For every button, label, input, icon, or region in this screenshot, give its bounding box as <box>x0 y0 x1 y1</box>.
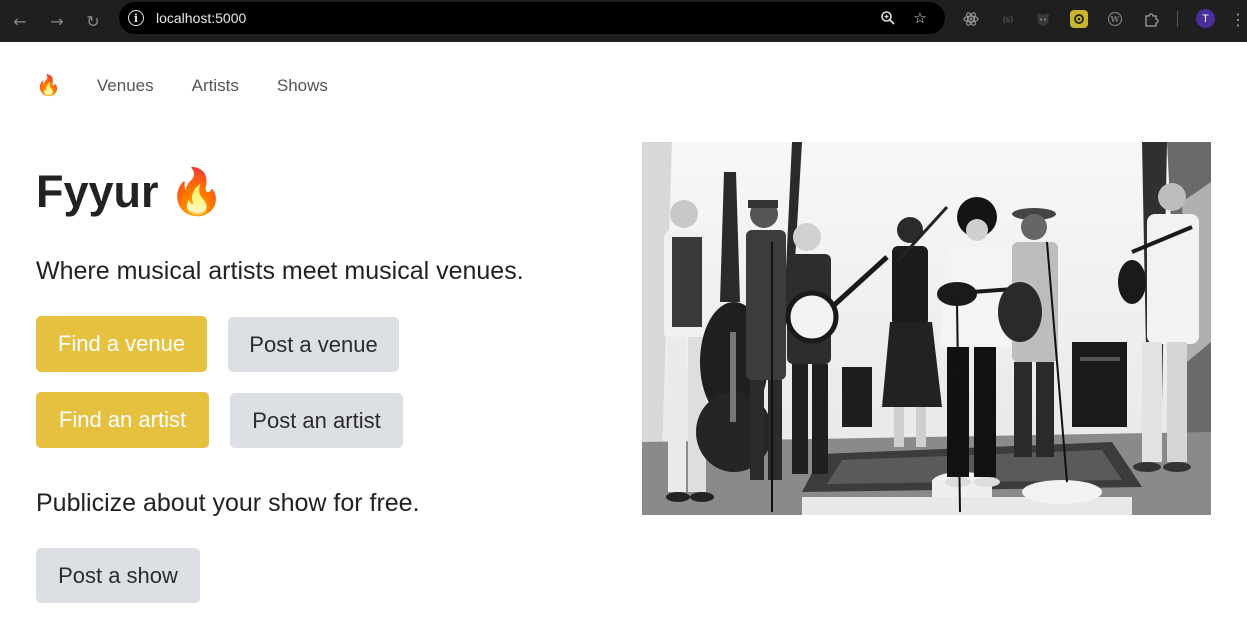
back-icon[interactable]: ← <box>8 9 32 33</box>
find-artist-button[interactable]: Find an artist <box>36 392 209 448</box>
nav-link-venues[interactable]: Venues <box>97 72 154 100</box>
toolbar-divider <box>1177 11 1178 27</box>
zoom-icon[interactable] <box>879 9 897 27</box>
forward-icon[interactable]: → <box>45 9 69 33</box>
site-navbar: 🔥 Venues Artists Shows <box>36 72 366 100</box>
svg-text:(s): (s) <box>1003 15 1013 24</box>
page: 🔥 Venues Artists Shows Fyyur 🔥 Where musi… <box>0 42 1247 640</box>
flame-icon: 🔥 <box>168 166 225 217</box>
puzzle-extensions-icon[interactable] <box>1142 10 1160 28</box>
profile-avatar[interactable]: T <box>1196 9 1215 28</box>
more-vert-icon[interactable]: ⋮ <box>1230 9 1246 29</box>
brand-flame-icon[interactable]: 🔥 <box>36 72 61 100</box>
react-devtools-icon[interactable] <box>962 10 980 28</box>
panda-extension-icon[interactable] <box>1034 10 1052 28</box>
yellow-extension-icon[interactable] <box>1070 10 1088 28</box>
nav-link-shows[interactable]: Shows <box>277 72 328 100</box>
post-show-button[interactable]: Post a show <box>36 548 200 603</box>
page-title: Fyyur 🔥 <box>36 164 225 220</box>
browser-toolbar: ← → ↻ i localhost:5000 ☆ (s) W T ⋮ <box>0 0 1247 42</box>
show-tagline: Publicize about your show for free. <box>36 489 420 517</box>
url-text[interactable]: localhost:5000 <box>156 10 246 26</box>
title-text: Fyyur <box>36 166 159 217</box>
address-bar[interactable]: i localhost:5000 ☆ <box>119 2 945 34</box>
find-venue-button[interactable]: Find a venue <box>36 316 207 372</box>
wordpress-icon[interactable]: W <box>1106 10 1124 28</box>
post-venue-button[interactable]: Post a venue <box>228 317 399 372</box>
band-photo <box>642 142 1211 515</box>
post-artist-button[interactable]: Post an artist <box>230 393 403 448</box>
site-info-icon[interactable]: i <box>128 10 144 26</box>
extension-icon[interactable]: (s) <box>999 10 1017 28</box>
reload-icon[interactable]: ↻ <box>81 9 105 33</box>
nav-link-artists[interactable]: Artists <box>192 72 239 100</box>
bookmark-star-icon[interactable]: ☆ <box>911 9 929 27</box>
tagline: Where musical artists meet musical venue… <box>36 257 524 285</box>
svg-text:W: W <box>1110 14 1121 24</box>
